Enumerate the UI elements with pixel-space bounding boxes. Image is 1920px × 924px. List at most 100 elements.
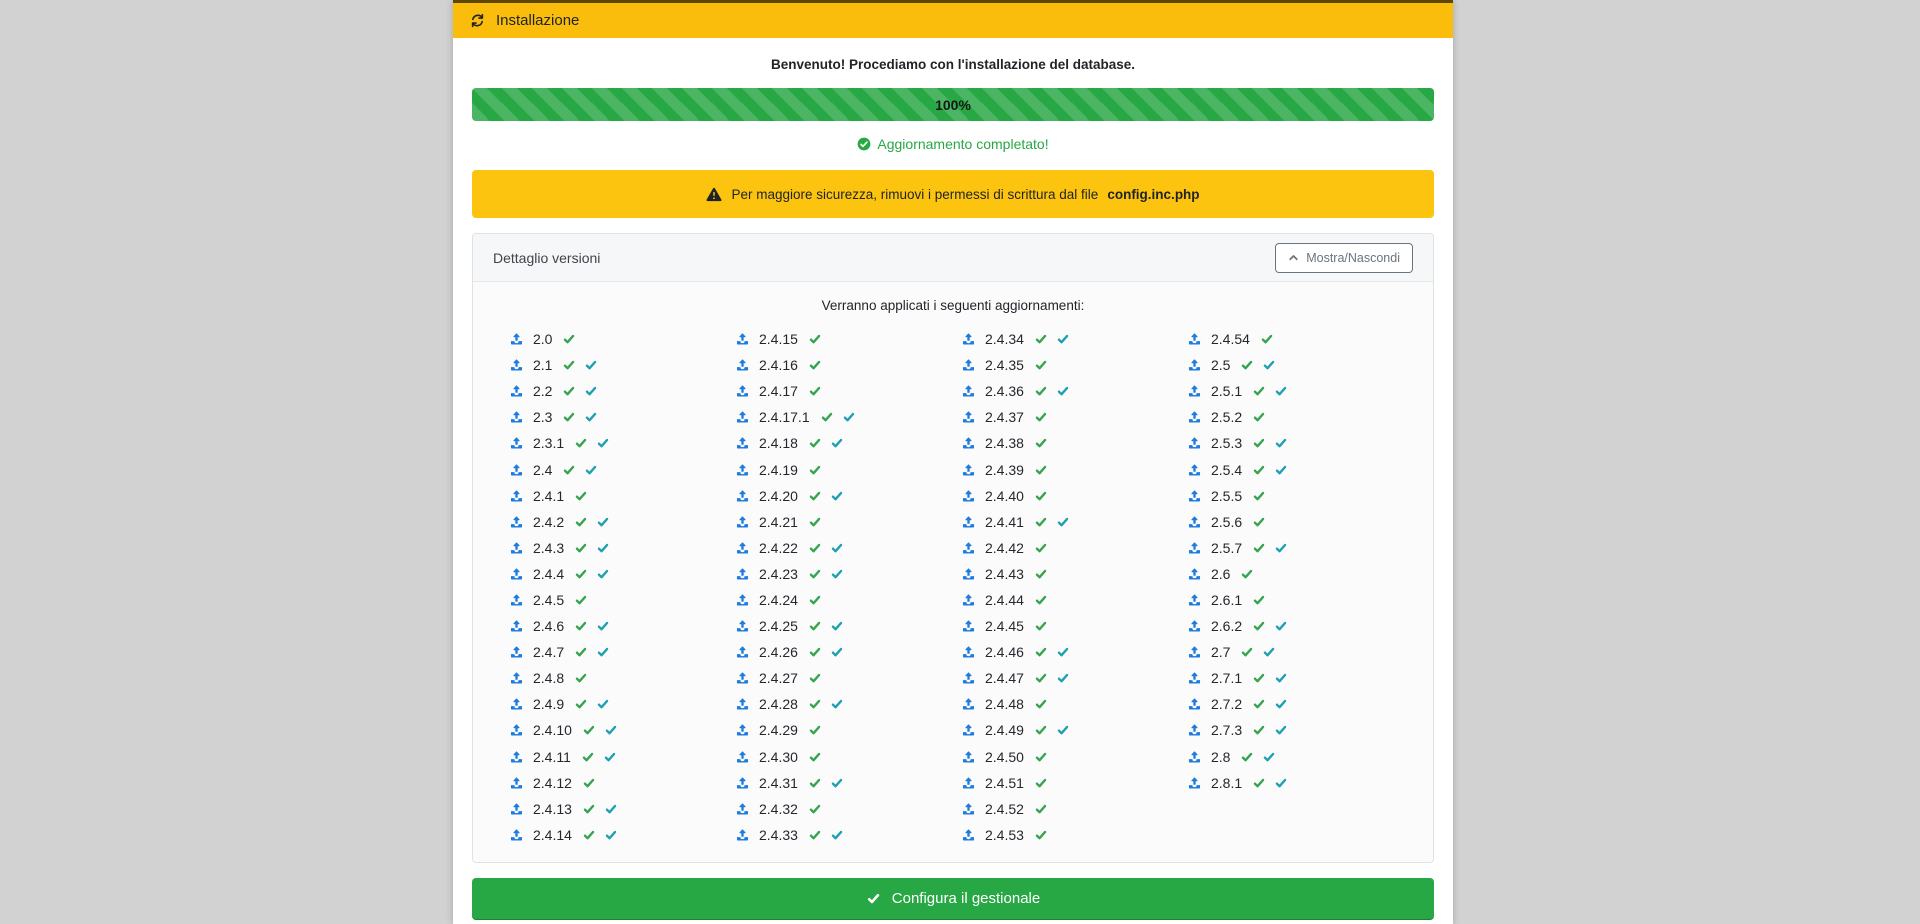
check-icon [1252, 594, 1266, 606]
check-icon [1240, 646, 1254, 658]
upload-icon [961, 358, 976, 372]
upload-icon [735, 358, 750, 372]
version-label: 2.5.1 [1211, 383, 1242, 399]
version-item: 2.4.32 [735, 796, 961, 822]
check-icon [574, 594, 588, 606]
version-item: 2.4.37 [961, 404, 1187, 430]
version-label: 2.8 [1211, 749, 1230, 765]
version-item: 2.5.4 [1187, 456, 1413, 482]
check-done-icon [830, 698, 844, 710]
upload-icon [735, 645, 750, 659]
version-item: 2.4.54 [1187, 326, 1413, 352]
version-label: 2.4.27 [759, 670, 798, 686]
upload-icon [961, 436, 976, 450]
upload-icon [961, 567, 976, 581]
upload-icon [509, 463, 524, 477]
upload-icon [1187, 593, 1202, 607]
check-icon [1034, 385, 1048, 397]
version-item: 2.4.43 [961, 561, 1187, 587]
upload-icon [1187, 332, 1202, 346]
version-label: 2.2 [533, 383, 552, 399]
upload-icon [509, 776, 524, 790]
upload-icon [735, 541, 750, 555]
check-icon [1260, 333, 1274, 345]
check-done-icon [1274, 620, 1288, 632]
show-hide-button[interactable]: Mostra/Nascondi [1275, 243, 1413, 273]
progress-bar: 100% [472, 88, 1434, 121]
version-item: 2.4.3 [509, 535, 735, 561]
upload-icon [1187, 776, 1202, 790]
version-label: 2.4.47 [985, 670, 1024, 686]
check-done-icon [1056, 672, 1070, 684]
version-label: 2.7.2 [1211, 696, 1242, 712]
version-item: 2.4.15 [735, 326, 961, 352]
check-done-icon [584, 385, 598, 397]
upload-icon [735, 332, 750, 346]
check-done-icon [596, 516, 610, 528]
configure-button[interactable]: Configura il gestionale [472, 878, 1434, 920]
warning-icon [706, 187, 722, 202]
check-done-icon [1274, 464, 1288, 476]
check-icon [1034, 672, 1048, 684]
version-label: 2.4.53 [985, 827, 1024, 843]
versions-intro: Verranno applicati i seguenti aggiorname… [493, 298, 1413, 314]
version-item: 2.4.24 [735, 587, 961, 613]
check-done-icon [1262, 751, 1276, 763]
upload-icon [509, 619, 524, 633]
check-icon [1034, 568, 1048, 580]
version-label: 2.4.48 [985, 696, 1024, 712]
check-done-icon [1274, 724, 1288, 736]
check-icon [1034, 333, 1048, 345]
version-item: 2.4.9 [509, 691, 735, 717]
welcome-message: Benvenuto! Procediamo con l'installazion… [472, 56, 1434, 73]
version-label: 2.4.17.1 [759, 409, 810, 425]
version-item: 2.4.12 [509, 770, 735, 796]
version-label: 2.4.15 [759, 331, 798, 347]
status-message: Aggiornamento completato! [877, 136, 1048, 152]
version-item: 2.8 [1187, 744, 1413, 770]
installer-card: Installazione Benvenuto! Procediamo con … [453, 0, 1453, 924]
version-label: 2.8.1 [1211, 775, 1242, 791]
version-item: 2.0 [509, 326, 735, 352]
upload-icon [735, 436, 750, 450]
version-item: 2.4.28 [735, 691, 961, 717]
version-item: 2.4.46 [961, 639, 1187, 665]
version-label: 2.4.42 [985, 540, 1024, 556]
version-item: 2.6 [1187, 561, 1413, 587]
upload-icon [735, 567, 750, 581]
upload-icon [961, 802, 976, 816]
check-done-icon [1056, 516, 1070, 528]
upload-icon [735, 515, 750, 529]
check-icon [574, 672, 588, 684]
check-icon [582, 777, 596, 789]
upload-icon [509, 515, 524, 529]
check-icon [1034, 646, 1048, 658]
upload-icon [961, 410, 976, 424]
check-done-icon [1274, 385, 1288, 397]
check-icon [562, 333, 576, 345]
check-done-icon [584, 464, 598, 476]
version-item: 2.4.29 [735, 717, 961, 743]
upload-icon [509, 384, 524, 398]
upload-icon [735, 489, 750, 503]
upload-icon [961, 723, 976, 737]
upload-icon [1187, 358, 1202, 372]
upload-icon [735, 802, 750, 816]
versions-panel-body: Verranno applicati i seguenti aggiorname… [473, 282, 1433, 862]
check-icon [574, 437, 588, 449]
version-label: 2.7 [1211, 644, 1230, 660]
version-item: 2.2 [509, 378, 735, 404]
check-icon [808, 490, 822, 502]
check-done-icon [584, 359, 598, 371]
version-item: 2.4.41 [961, 509, 1187, 535]
upload-icon [735, 723, 750, 737]
check-icon [1034, 464, 1048, 476]
upload-icon [509, 697, 524, 711]
upload-icon [735, 410, 750, 424]
installer-header: Installazione [453, 0, 1453, 38]
upload-icon [961, 645, 976, 659]
check-icon [808, 464, 822, 476]
upload-icon [1187, 750, 1202, 764]
check-icon [1252, 724, 1266, 736]
check-icon [1252, 464, 1266, 476]
